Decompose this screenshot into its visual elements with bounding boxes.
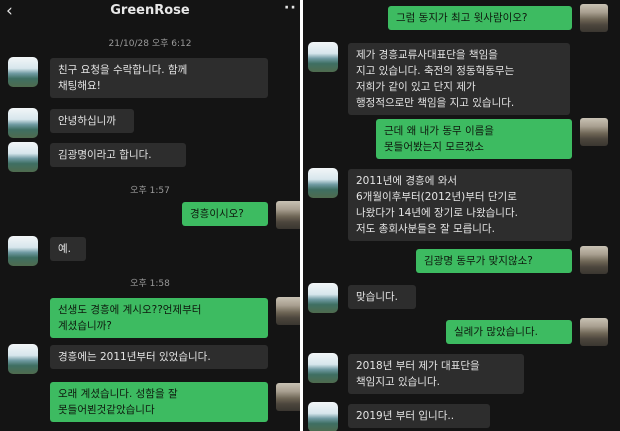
contact-avatar[interactable] — [308, 283, 338, 313]
message-bubble-outgoing: 오래 계셨습니다. 성함을 잘 못들어뵌것같았습니다 — [50, 382, 268, 422]
message-bubble-outgoing: 근데 왜 내가 동무 이름을 못들어봤는지 모르겠소 — [376, 119, 572, 159]
message-bubble-incoming: 예. — [50, 237, 86, 261]
contact-avatar[interactable] — [8, 236, 38, 266]
message-bubble-outgoing: 실례가 많았습니다. — [446, 320, 572, 344]
message-bubble-incoming: 2018년 부터 제가 대표단을 책임지고 있습니다. — [348, 354, 524, 394]
message-bubble-incoming: 친구 요청을 수락합니다. 함께 채팅해요! — [50, 58, 268, 98]
my-avatar[interactable] — [580, 246, 608, 274]
more-icon[interactable]: ·· — [284, 0, 297, 16]
message-bubble-incoming: 경흥에는 2011년부터 있었습니다. — [50, 345, 268, 369]
my-avatar[interactable] — [276, 297, 300, 325]
contact-avatar[interactable] — [8, 344, 38, 374]
message-bubble-outgoing: 경흥이시오? — [182, 202, 268, 226]
date-timestamp: 21/10/28 오후 6:12 — [108, 39, 192, 49]
message-bubble-incoming: 맞습니다. — [348, 285, 416, 309]
chat-pane-right: 그럼 동지가 최고 윗사람이오? 제가 경흥교류사대표단을 책임을 지고 있습니… — [303, 0, 620, 431]
message-bubble-incoming: 제가 경흥교류사대표단을 책임을 지고 있습니다. 축전의 정동혁동무는 저희가… — [348, 43, 570, 115]
time-timestamp: 오후 1:57 — [130, 186, 170, 196]
my-avatar[interactable] — [580, 118, 608, 146]
time-timestamp: 오후 1:58 — [130, 279, 170, 289]
my-avatar[interactable] — [276, 201, 300, 229]
chat-pane-left: ‹ GreenRose ·· 21/10/28 오후 6:12 친구 요청을 수… — [0, 0, 300, 431]
message-bubble-incoming: 2011년에 경흥에 와서 6개월이후부터(2012년)부터 단기로 나왔다가 … — [348, 169, 572, 241]
message-bubble-outgoing: 그럼 동지가 최고 윗사람이오? — [388, 6, 572, 30]
contact-avatar[interactable] — [8, 108, 38, 138]
contact-avatar[interactable] — [308, 42, 338, 72]
contact-avatar[interactable] — [308, 402, 338, 431]
message-bubble-incoming: 2019년 부터 입니다.. — [348, 404, 490, 428]
contact-avatar[interactable] — [8, 142, 38, 172]
message-bubble-outgoing: 김광명 동무가 맞지않소? — [416, 249, 572, 273]
contact-avatar[interactable] — [308, 353, 338, 383]
contact-avatar[interactable] — [8, 57, 38, 87]
contact-avatar[interactable] — [308, 168, 338, 198]
message-bubble-outgoing: 선생도 경흥에 계시오??언제부터 계셨습니까? — [50, 298, 268, 338]
chat-header: ‹ GreenRose ·· — [0, 0, 300, 24]
my-avatar[interactable] — [580, 4, 608, 32]
my-avatar[interactable] — [276, 383, 300, 411]
chat-title: GreenRose — [110, 3, 190, 18]
message-bubble-incoming: 안녕하십니까 — [50, 109, 134, 133]
message-bubble-incoming: 김광명이라고 합니다. — [50, 143, 186, 167]
my-avatar[interactable] — [580, 318, 608, 346]
